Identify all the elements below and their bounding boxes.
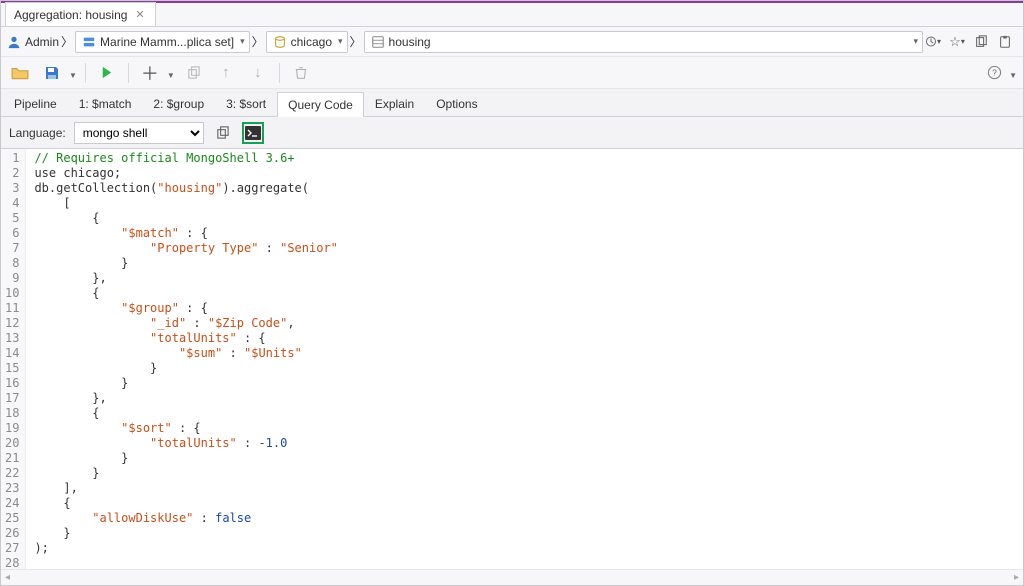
tab-1-match[interactable]: 1: $match: [68, 91, 143, 116]
language-label: Language:: [9, 126, 66, 140]
window-tab-bar: Aggregation: housing ✕: [1, 1, 1023, 27]
crumb-sep-icon: 〉: [252, 33, 264, 50]
dropdown-icon[interactable]: ▼: [167, 65, 175, 80]
nav-right-tools: ▾ ☆▾: [925, 34, 1017, 50]
tab-3-sort[interactable]: 3: $sort: [215, 91, 277, 116]
star-icon[interactable]: ☆▾: [949, 34, 965, 50]
collection-icon: [371, 35, 385, 49]
copy-code-icon[interactable]: [212, 122, 234, 144]
history-icon[interactable]: ▾: [925, 34, 941, 50]
chevron-down-icon: ▾: [911, 36, 918, 47]
horizontal-scrollbar[interactable]: ◂ ▸: [1, 569, 1023, 585]
code-editor[interactable]: 1234567891011121314151617181920212223242…: [1, 149, 1023, 569]
chevron-down-icon: ▾: [336, 36, 343, 47]
dropdown-icon[interactable]: ▼: [1009, 65, 1017, 80]
arrow-down-icon[interactable]: ↓: [245, 60, 271, 86]
copy-icon[interactable]: [973, 34, 989, 50]
dropdown-icon[interactable]: ▼: [69, 65, 77, 80]
tab-pipeline[interactable]: Pipeline: [3, 91, 68, 116]
collection-label: housing: [389, 35, 431, 49]
window-tab[interactable]: Aggregation: housing ✕: [5, 2, 156, 26]
run-icon[interactable]: [94, 60, 120, 86]
language-select[interactable]: mongo shell: [74, 122, 204, 144]
user-label: Admin: [25, 35, 59, 49]
duplicate-icon[interactable]: [181, 60, 207, 86]
tab-query-code[interactable]: Query Code: [277, 92, 364, 117]
chevron-down-icon: ▾: [238, 36, 245, 47]
trash-icon[interactable]: [288, 60, 314, 86]
tab-options[interactable]: Options: [425, 91, 488, 116]
tab-2-group[interactable]: 2: $group: [142, 91, 215, 116]
paste-icon[interactable]: [997, 34, 1013, 50]
user-icon: [7, 35, 21, 49]
scroll-left-icon[interactable]: ◂: [5, 572, 10, 583]
collection-crumb[interactable]: housing ▾: [364, 31, 923, 53]
arrow-up-icon[interactable]: ↑: [213, 60, 239, 86]
server-crumb[interactable]: Marine Mamm...plica set] ▾: [75, 31, 250, 53]
svg-text:?: ?: [992, 67, 997, 77]
save-icon[interactable]: [39, 60, 65, 86]
aggregation-tabs: Pipeline1: $match2: $group3: $sortQuery …: [1, 89, 1023, 117]
line-gutter: 1234567891011121314151617181920212223242…: [1, 149, 26, 569]
crumb-sep-icon: 〉: [61, 33, 73, 50]
main-toolbar: ▼ ＋ ▼ ↑ ↓ ? ▼: [1, 57, 1023, 89]
server-icon: [82, 35, 96, 49]
database-icon: [273, 35, 287, 49]
close-icon[interactable]: ✕: [133, 8, 146, 21]
open-shell-icon[interactable]: [242, 122, 264, 144]
folder-open-icon[interactable]: [7, 60, 33, 86]
help-icon[interactable]: ?: [981, 60, 1007, 86]
scroll-right-icon[interactable]: ▸: [1014, 572, 1019, 583]
database-crumb[interactable]: chicago ▾: [266, 31, 348, 53]
tab-explain[interactable]: Explain: [364, 91, 425, 116]
crumb-sep-icon: 〉: [350, 33, 362, 50]
window-tab-title: Aggregation: housing: [14, 8, 127, 22]
database-label: chicago: [291, 35, 332, 49]
language-bar: Language: mongo shell: [1, 117, 1023, 149]
server-label: Marine Mamm...plica set]: [100, 35, 234, 49]
user-crumb[interactable]: Admin: [7, 35, 59, 49]
code-area[interactable]: // Requires official MongoShell 3.6+use …: [26, 149, 1023, 569]
breadcrumb-bar: Admin 〉 Marine Mamm...plica set] ▾ 〉 chi…: [1, 27, 1023, 57]
add-icon[interactable]: ＋: [137, 60, 163, 86]
